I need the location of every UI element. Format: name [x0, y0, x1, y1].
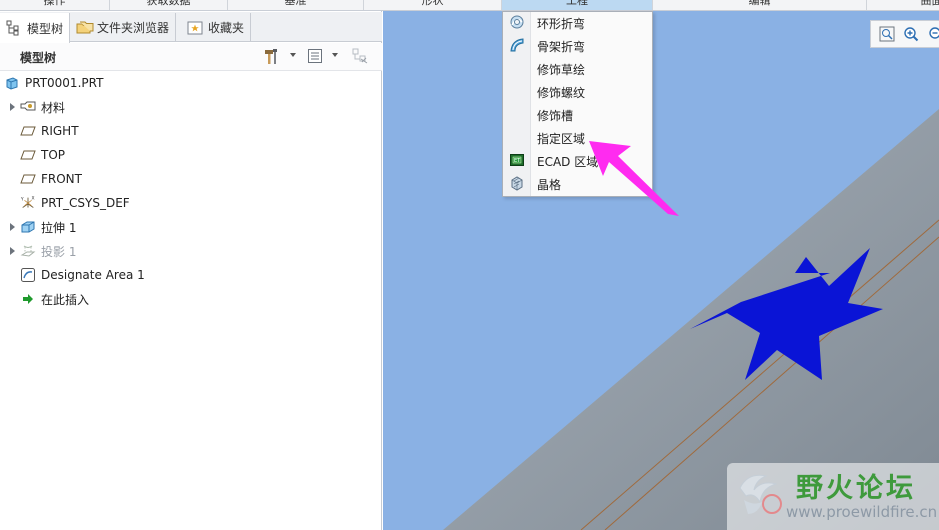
navigator-panel: 模型树 文件夹浏览器 收藏夹 模型树 PRT0001.PRT 材料 RIGHT … [0, 11, 382, 530]
tree-item-label: 材料 [41, 100, 66, 115]
zoom-in-icon [901, 24, 921, 44]
menu-item-label: 指定区域 [537, 132, 586, 146]
svg-text:X: X [32, 195, 35, 201]
ribbon-tab-datum[interactable]: 基准 [228, 0, 364, 10]
watermark-title: 野火论坛 [796, 473, 916, 504]
hammer-icon [263, 47, 281, 68]
folder-icon [76, 20, 94, 36]
list-settings-icon [307, 48, 323, 67]
tree-item-csys[interactable]: YX PRT_CSYS_DEF [20, 193, 130, 213]
navigator-tab-bar: 模型树 文件夹浏览器 收藏夹 [0, 12, 382, 43]
model-tree-title: 模型树 [20, 51, 57, 65]
favorites-icon [187, 20, 203, 36]
tree-item-label: FRONT [41, 172, 82, 186]
menu-item-label: ECAD 区域 [537, 155, 599, 169]
menu-item-spinal-bend[interactable]: 骨架折弯 [503, 35, 652, 58]
ribbon-tab-engineering[interactable]: 工程 [502, 0, 653, 10]
tree-settings-button[interactable] [305, 47, 325, 67]
menu-item-designate-area[interactable]: 指定区域 [503, 127, 652, 150]
show-filter-icon [351, 47, 369, 68]
tree-item-label: PRT_CSYS_DEF [41, 196, 130, 210]
coordinate-system-icon: YX [20, 195, 36, 211]
tree-item-label: PRT0001.PRT [25, 76, 104, 90]
ribbon-tab-strip: 操作 获取数据 基准 形状 工程 编辑 曲面 [0, 0, 939, 11]
menu-item-cosmetic-sketch[interactable]: 修饰草绘 [503, 58, 652, 81]
ribbon-tab-operations[interactable]: 操作 [0, 0, 110, 10]
tree-item-top-plane[interactable]: TOP [20, 145, 65, 165]
menu-item-cosmetic-thread[interactable]: 修饰螺纹 [503, 81, 652, 104]
svg-text:Y: Y [20, 196, 24, 202]
ribbon-tab-get-data[interactable]: 获取数据 [110, 0, 228, 10]
tree-item-label: RIGHT [41, 124, 79, 138]
tree-item-insert-here[interactable]: 在此插入 [20, 289, 89, 309]
tab-model-tree[interactable]: 模型树 [0, 13, 71, 43]
tab-model-tree-label: 模型树 [27, 21, 64, 36]
expand-arrow-icon[interactable] [8, 246, 18, 256]
insert-here-arrow-icon [20, 291, 36, 307]
model-tree-toolbar: 模型树 [0, 43, 382, 71]
spinal-bend-icon [509, 37, 525, 56]
watermark-url: www.proewildfire.cn [786, 503, 938, 521]
watermark-logo-icon [739, 474, 782, 514]
tab-folder-browser-label: 文件夹浏览器 [97, 21, 170, 35]
menu-item-label: 环形折弯 [537, 17, 586, 31]
view-toolbar [870, 20, 939, 48]
model-scene [443, 109, 939, 530]
ecad-area-icon: ET [509, 152, 525, 171]
part-icon [4, 75, 20, 91]
menu-item-ecad-area[interactable]: ET ECAD 区域 [503, 150, 652, 173]
menu-item-label: 骨架折弯 [537, 40, 586, 54]
tree-tools-dropdown-caret[interactable] [290, 53, 296, 57]
svg-text:ET: ET [514, 158, 521, 164]
refit-button[interactable] [877, 24, 897, 44]
zoom-out-icon [925, 24, 939, 44]
tree-item-label: 在此插入 [41, 292, 90, 307]
tree-item-label: 拉伸 1 [41, 220, 77, 235]
menu-item-lattice[interactable]: 晶格 [503, 173, 652, 196]
projection-icon [20, 243, 36, 259]
datum-plane-icon [20, 171, 36, 187]
ribbon-tab-editing[interactable]: 编辑 [653, 0, 867, 10]
tree-item-designate-area[interactable]: Designate Area 1 [20, 265, 145, 285]
material-icon [20, 99, 36, 115]
tree-item-projection[interactable]: 投影 1 [8, 241, 76, 261]
tree-item-label: TOP [41, 148, 66, 162]
refit-zoom-icon [877, 24, 897, 44]
menu-item-cosmetic-groove[interactable]: 修饰槽 [503, 104, 652, 127]
ribbon-tab-shapes[interactable]: 形状 [364, 0, 502, 10]
zoom-in-button[interactable] [901, 24, 921, 44]
zoom-out-button[interactable] [925, 24, 939, 44]
menu-item-label: 修饰草绘 [537, 63, 586, 77]
extrude-icon [20, 219, 36, 235]
tree-item-right-plane[interactable]: RIGHT [20, 121, 79, 141]
menu-item-toroidal-bend[interactable]: 环形折弯 [503, 12, 652, 35]
tab-folder-browser[interactable]: 文件夹浏览器 [70, 13, 177, 42]
tree-item-front-plane[interactable]: FRONT [20, 169, 82, 189]
tree-item-label: 投影 1 [41, 244, 77, 259]
expand-arrow-icon[interactable] [8, 222, 18, 232]
tree-item-root-part[interactable]: PRT0001.PRT [4, 73, 103, 93]
tree-item-extrude[interactable]: 拉伸 1 [8, 217, 76, 237]
datum-plane-icon [20, 147, 36, 163]
model-tree-icon [6, 20, 22, 36]
designate-area-icon [20, 267, 36, 283]
expand-arrow-icon[interactable] [8, 102, 18, 112]
tab-favorites-label: 收藏夹 [208, 21, 245, 35]
tree-item-label: Designate Area 1 [41, 268, 145, 282]
tab-favorites[interactable]: 收藏夹 [181, 13, 252, 42]
tree-item-material[interactable]: 材料 [8, 97, 65, 117]
tree-tools-button[interactable] [262, 47, 282, 67]
lattice-icon [509, 175, 525, 194]
ribbon-tab-surfaces[interactable]: 曲面 [867, 0, 939, 10]
tree-settings-dropdown-caret[interactable] [332, 53, 338, 57]
tree-filter-button[interactable] [350, 47, 370, 67]
datum-plane-icon [20, 123, 36, 139]
menu-item-label: 晶格 [537, 178, 562, 192]
menu-item-label: 修饰槽 [537, 109, 574, 123]
menu-item-label: 修饰螺纹 [537, 86, 586, 100]
engineering-dropdown-menu: 环形折弯 骨架折弯 修饰草绘 修饰螺纹 修饰槽 指定区域 ET ECAD 区域 … [502, 11, 653, 197]
toroidal-bend-icon [509, 14, 525, 33]
graphics-viewport[interactable] [383, 11, 939, 530]
